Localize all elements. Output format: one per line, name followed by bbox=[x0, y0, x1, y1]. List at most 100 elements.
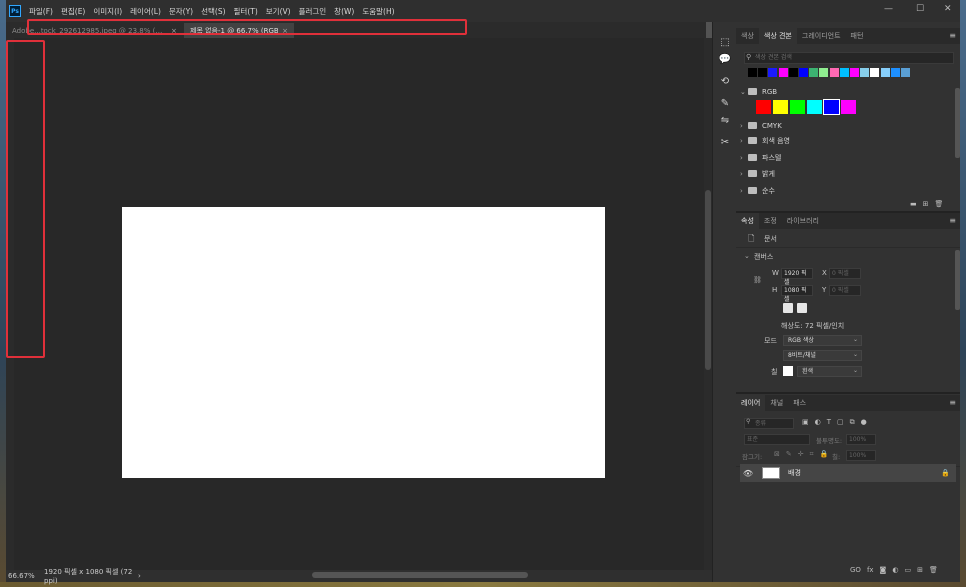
minimize-icon[interactable]: — bbox=[884, 4, 893, 14]
link-layers-icon[interactable]: GO bbox=[850, 566, 861, 574]
blend-mode-select[interactable]: 표준 bbox=[744, 434, 810, 445]
recent-swatch[interactable] bbox=[839, 68, 849, 77]
lock-icon[interactable]: 🔒 bbox=[941, 469, 950, 477]
recent-swatch[interactable] bbox=[850, 68, 859, 77]
new-layer-icon[interactable]: ⊞ bbox=[917, 566, 923, 574]
smart-object-filter-icon[interactable]: ⧉ bbox=[850, 418, 855, 427]
new-swatch-icon[interactable]: ⊞ bbox=[923, 200, 929, 208]
menu-edit[interactable]: 편집(E) bbox=[57, 6, 89, 17]
recent-swatch[interactable] bbox=[829, 68, 839, 77]
swatch-scrollbar[interactable] bbox=[955, 88, 960, 158]
rgb-swatch[interactable] bbox=[823, 99, 840, 115]
panel-menu-icon[interactable]: ≡ bbox=[949, 31, 956, 40]
chevron-right-icon[interactable]: › bbox=[740, 137, 748, 145]
tab-paths[interactable]: 패스 bbox=[788, 395, 811, 411]
chevron-right-icon[interactable]: › bbox=[740, 122, 748, 130]
new-group-icon[interactable]: ▭ bbox=[904, 566, 911, 574]
mode-select[interactable]: RGB 색상 bbox=[783, 335, 862, 346]
vertical-scroll-thumb[interactable] bbox=[705, 190, 711, 370]
rgb-swatch[interactable] bbox=[841, 100, 856, 114]
tab-color[interactable]: 색상 bbox=[736, 28, 759, 44]
menu-window[interactable]: 창(W) bbox=[330, 6, 358, 17]
menu-file[interactable]: 파일(F) bbox=[25, 6, 57, 17]
menu-select[interactable]: 선택(S) bbox=[197, 6, 229, 17]
tab-properties[interactable]: 속성 bbox=[736, 213, 759, 229]
filter-toggle-icon[interactable]: ● bbox=[861, 418, 867, 427]
new-group-icon[interactable]: ▬ bbox=[910, 200, 917, 208]
tab-adjustments[interactable]: 조정 bbox=[759, 213, 782, 229]
rgb-swatch[interactable] bbox=[807, 100, 822, 114]
fx-icon[interactable]: fx bbox=[867, 566, 874, 574]
recent-swatch[interactable] bbox=[748, 68, 757, 77]
zoom-level[interactable]: 66.67% bbox=[8, 572, 42, 580]
recent-swatch[interactable] bbox=[799, 68, 808, 77]
photoshop-logo-icon[interactable]: Ps bbox=[9, 5, 21, 17]
history-icon[interactable]: ⟲ bbox=[718, 74, 732, 88]
recent-swatch[interactable] bbox=[880, 68, 890, 77]
menu-plugins[interactable]: 플러그인 bbox=[295, 6, 331, 17]
tab-channels[interactable]: 채널 bbox=[765, 395, 788, 411]
chevron-right-icon[interactable]: › bbox=[740, 187, 748, 195]
menu-image[interactable]: 이미지(I) bbox=[89, 6, 126, 17]
layer-row-background[interactable]: 👁 배경 🔒 bbox=[740, 464, 956, 482]
chevron-right-icon[interactable]: › bbox=[740, 154, 748, 162]
menu-view[interactable]: 보기(V) bbox=[262, 6, 295, 17]
width-field[interactable]: 1920 픽셀 bbox=[781, 268, 813, 286]
recent-swatch[interactable] bbox=[758, 68, 768, 77]
tab-gradients[interactable]: 그레이디언트 bbox=[797, 28, 846, 44]
tools-icon[interactable]: ✂ bbox=[718, 135, 732, 149]
swatch-group-grayscale[interactable]: › 회색 음영 bbox=[740, 133, 950, 148]
document-canvas[interactable] bbox=[122, 207, 605, 478]
layer-name[interactable]: 배경 bbox=[788, 468, 801, 478]
swatch-search-input[interactable]: 색상 견본 검색 bbox=[744, 52, 954, 64]
fill-color-chip[interactable] bbox=[783, 366, 793, 376]
chevron-down-icon[interactable]: ⌄ bbox=[740, 88, 748, 96]
lock-all-icon[interactable]: 🔒 bbox=[820, 450, 829, 459]
swatch-group-cmyk[interactable]: › CMYK bbox=[740, 118, 950, 133]
pixel-filter-icon[interactable]: ▣ bbox=[802, 418, 809, 427]
x-field[interactable]: 0 픽셀 bbox=[829, 268, 861, 279]
layer-filter-select[interactable]: 종류 bbox=[744, 418, 794, 429]
type-filter-icon[interactable]: T bbox=[827, 418, 831, 427]
panel-menu-icon[interactable]: ≡ bbox=[949, 216, 956, 225]
delete-icon[interactable]: 🗑 bbox=[935, 200, 944, 208]
recent-swatch[interactable] bbox=[768, 68, 778, 77]
tab-swatches[interactable]: 색상 견본 bbox=[758, 28, 797, 44]
panel-menu-icon[interactable]: ≡ bbox=[949, 398, 956, 407]
landscape-orientation-icon[interactable] bbox=[797, 303, 807, 313]
comment-icon[interactable]: 💬 bbox=[718, 52, 732, 66]
eye-visibility-icon[interactable]: 👁 bbox=[740, 469, 756, 478]
recent-swatch[interactable] bbox=[819, 68, 829, 77]
lock-transparency-icon[interactable]: ⊠ bbox=[774, 450, 780, 459]
close-window-icon[interactable]: ✕ bbox=[944, 4, 952, 14]
menu-help[interactable]: 도움말(H) bbox=[358, 6, 398, 17]
menu-type[interactable]: 문자(Y) bbox=[165, 6, 197, 17]
color-picker-icon[interactable]: ⬚ bbox=[718, 35, 732, 49]
y-field[interactable]: 0 픽셀 bbox=[829, 285, 861, 296]
tab-layers[interactable]: 레이어 bbox=[736, 395, 766, 411]
recent-swatch[interactable] bbox=[890, 68, 900, 77]
rgb-swatch[interactable] bbox=[756, 100, 771, 114]
horizontal-scroll-thumb[interactable] bbox=[312, 572, 528, 578]
rgb-swatch[interactable] bbox=[790, 100, 805, 114]
menu-layer[interactable]: 레이어(L) bbox=[126, 6, 165, 17]
properties-scrollbar[interactable] bbox=[955, 250, 960, 310]
recent-swatch[interactable] bbox=[870, 68, 880, 77]
bit-depth-select[interactable]: 8비트/채널 bbox=[783, 350, 862, 361]
swatch-group-rgb[interactable]: ⌄ RGB bbox=[740, 84, 950, 99]
brush-icon[interactable]: ✎ bbox=[718, 96, 732, 110]
fill-select[interactable]: 흰색 bbox=[797, 366, 862, 377]
rgb-swatch[interactable] bbox=[773, 100, 788, 114]
recent-swatch[interactable] bbox=[788, 68, 798, 77]
add-mask-icon[interactable]: ◙ bbox=[880, 566, 887, 574]
recent-swatch[interactable] bbox=[778, 68, 788, 77]
menu-filter[interactable]: 필터(T) bbox=[230, 6, 262, 17]
link-icon[interactable]: ⛓ bbox=[753, 276, 762, 284]
portrait-orientation-icon[interactable] bbox=[783, 303, 793, 313]
swatch-group-pure[interactable]: › 순수 bbox=[740, 183, 950, 198]
tab-libraries[interactable]: 라이브러리 bbox=[782, 213, 824, 229]
adjustment-filter-icon[interactable]: ◐ bbox=[815, 418, 821, 427]
status-menu-arrow-icon[interactable]: › bbox=[138, 572, 141, 580]
delete-layer-icon[interactable]: 🗑 bbox=[929, 566, 938, 574]
adjust-icon[interactable]: ⇋ bbox=[718, 113, 732, 127]
